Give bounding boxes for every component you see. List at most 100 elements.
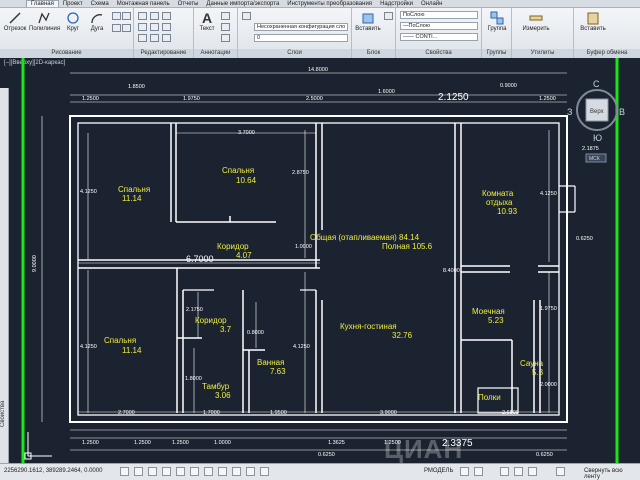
workspace-switch[interactable] (556, 467, 565, 476)
dimension-tool[interactable] (221, 12, 230, 20)
draw-panel-title[interactable]: Рисование (0, 49, 133, 58)
minimize-ribbon-button[interactable]: Свернуть всю ленту (584, 468, 640, 480)
viewcube-top[interactable]: Верх (590, 109, 604, 115)
leader-tool[interactable] (221, 23, 230, 31)
polyline-tool[interactable]: Полилиния (29, 11, 60, 32)
viewcube-north[interactable]: С (593, 79, 600, 89)
copy-tool[interactable] (138, 23, 147, 31)
properties-palette-label[interactable]: Свойства (0, 401, 6, 427)
modify-panel-title[interactable]: Редактирование (134, 49, 193, 58)
utilities-panel-title[interactable]: Утилиты (512, 49, 573, 58)
rectangle-tool[interactable] (112, 12, 121, 20)
drawing-area[interactable]: [–][Вверху][2D-каркас] Спальня 11.14 Спа… (0, 58, 640, 463)
panel-block: Вставить Блок (352, 8, 396, 58)
text-tool[interactable]: A Текст (198, 11, 216, 32)
viewcube-south[interactable]: Ю (593, 133, 602, 143)
tab-mount-panel[interactable]: Монтажная панель (113, 0, 174, 7)
annotation-scale[interactable] (528, 467, 537, 476)
dim-bottom1-1: 1.7000 (203, 410, 220, 416)
viewcube-west[interactable]: З (567, 107, 572, 117)
dim-bottom1-0: 2.7000 (118, 410, 135, 416)
panel-layers: Несохраненная конфигурация сло 0 Слои (238, 8, 352, 58)
layer-config-dropdown[interactable]: Несохраненная конфигурация сло (254, 23, 348, 31)
layers-panel-title[interactable]: Слои (238, 49, 351, 58)
mirror-tool[interactable] (150, 23, 159, 31)
tab-conversion-tools[interactable]: Инструменты преобразования (283, 0, 376, 7)
create-block-tool[interactable] (384, 12, 393, 20)
quick-view-drawings[interactable] (474, 467, 483, 476)
polar-toggle[interactable] (162, 467, 171, 476)
tab-addins[interactable]: Надстройки (376, 0, 417, 7)
measure-tool[interactable]: Измерить (520, 11, 552, 32)
stretch-tool[interactable] (138, 34, 147, 42)
text-tool-label: Текст (199, 26, 215, 32)
lineweight-toggle[interactable] (232, 467, 241, 476)
room-corridor1-name: Коридор (217, 242, 249, 251)
line-tool[interactable]: Отрезок (3, 11, 27, 32)
trim-tool[interactable] (162, 12, 171, 20)
annotation-panel-title[interactable]: Аннотации (194, 49, 237, 58)
arc-tool[interactable]: Дуга (87, 11, 107, 32)
panel-properties: ПоСлою —ПоСлою —— CONTI... Свойства (396, 8, 482, 58)
fillet-tool[interactable] (162, 23, 171, 31)
panel-groups: Группа Группы (482, 8, 512, 58)
dim-inner-1: 1.0000 (295, 244, 312, 250)
properties-panel-title[interactable]: Свойства (396, 49, 481, 58)
transparency-toggle[interactable] (246, 467, 255, 476)
panel-draw: Отрезок Полилиния Круг Дуга Рисование (0, 8, 134, 58)
group-icon (490, 11, 504, 25)
table-tool[interactable] (221, 34, 230, 42)
grid-toggle[interactable] (134, 467, 143, 476)
model-space-button[interactable]: РМОДЕЛЬ (424, 468, 453, 474)
dim-bottom1-2: 1.9500 (270, 410, 287, 416)
tab-import-export[interactable]: Данные импорта/экспорта (202, 0, 283, 7)
insert-block-tool[interactable]: Вставить (354, 11, 382, 32)
ellipse-tool[interactable] (112, 24, 121, 32)
pan-button[interactable] (500, 467, 509, 476)
rotate-tool[interactable] (150, 12, 159, 20)
snap-toggle[interactable] (120, 467, 129, 476)
wcs-label[interactable]: МСК (589, 156, 600, 162)
hatch-tool[interactable] (122, 12, 131, 20)
ortho-toggle[interactable] (148, 467, 157, 476)
dim-bottom2-2: 1.2500 (172, 440, 189, 446)
tab-home[interactable]: Главная (26, 0, 59, 7)
tab-schema[interactable]: Схема (87, 0, 113, 7)
scale-tool[interactable] (150, 34, 159, 42)
current-layer-dropdown[interactable]: 0 (254, 34, 348, 42)
layer-properties-tool[interactable] (242, 12, 251, 20)
clipboard-panel-title[interactable]: Буфер обмена (574, 49, 640, 58)
ribbon-tabs: Главная Проект Схема Монтажная панель Отчеты… (0, 0, 640, 8)
gradient-tool[interactable] (122, 24, 131, 32)
ducs-toggle[interactable] (204, 467, 213, 476)
tab-project[interactable]: Проект (59, 0, 87, 7)
lineweight-dropdown[interactable]: —— CONTI... (400, 33, 478, 41)
groups-panel-title[interactable]: Группы (482, 49, 511, 58)
tab-reports[interactable]: Отчеты (174, 0, 203, 7)
room-corridor2-area: 3.7 (220, 325, 232, 334)
dim-inner-67: 6.7000 (186, 254, 214, 264)
color-dropdown[interactable]: ПоСлою (400, 11, 478, 19)
dyn-toggle[interactable] (218, 467, 227, 476)
otrack-toggle[interactable] (190, 467, 199, 476)
block-panel-title[interactable]: Блок (352, 49, 395, 58)
viewcube-east[interactable]: В (619, 107, 625, 117)
line-label: Отрезок (3, 26, 27, 32)
quick-properties-toggle[interactable] (260, 467, 269, 476)
polyline-icon (38, 12, 50, 24)
quick-view-layouts[interactable] (460, 467, 469, 476)
paste-tool[interactable]: Вставить (578, 11, 608, 32)
room-tambour-area: 3.06 (215, 391, 231, 400)
room-sauna-area: 5.3 (532, 368, 544, 377)
linetype-dropdown[interactable]: —ПоСлою (400, 22, 478, 30)
dim-inner-4125-a: 4.1250 (80, 189, 97, 195)
osnap-toggle[interactable] (176, 467, 185, 476)
circle-tool[interactable]: Круг (62, 11, 84, 32)
zoom-button[interactable] (514, 467, 523, 476)
tab-online[interactable]: Онлайн (417, 0, 446, 7)
properties-palette-strip[interactable]: Свойства (0, 88, 9, 463)
move-tool[interactable] (138, 12, 147, 20)
array-tool[interactable] (162, 34, 171, 42)
group-tool[interactable]: Группа (484, 11, 510, 32)
dim-inner-08: 0.8000 (247, 330, 264, 336)
